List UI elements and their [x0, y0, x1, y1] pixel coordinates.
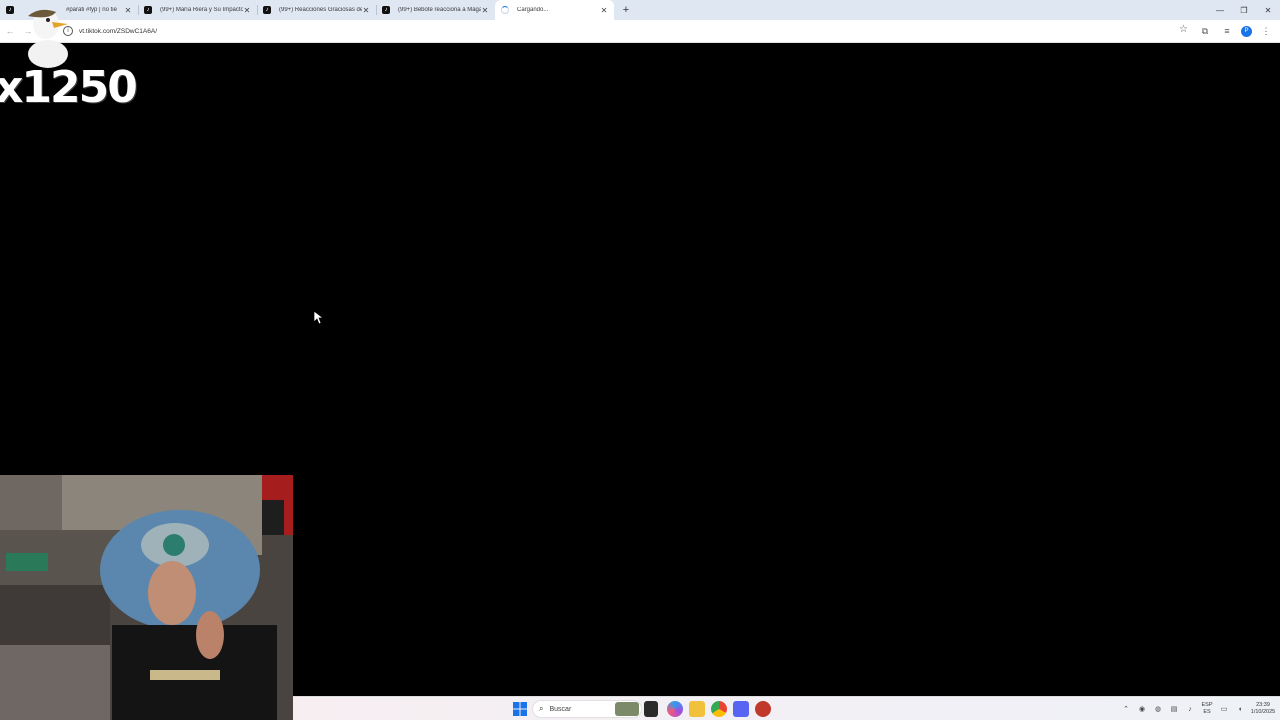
chrome-icon[interactable]	[711, 701, 727, 717]
browser-toolbar: ← → ↻ i vt.tiktok.com/ZSDwC1A6A/ ☆ ⧉ ≡ P…	[0, 20, 1280, 43]
widgets-icon[interactable]	[615, 702, 639, 716]
chevron-up-icon[interactable]: ⌃	[1118, 705, 1134, 713]
toolbar-actions: ⧉ ≡ P ⋮	[1197, 23, 1274, 39]
back-icon[interactable]: ←	[2, 23, 18, 39]
screen: ♪ #parati #fyp | no tie ✕ ♪ (99+) María …	[0, 0, 1280, 720]
profile-avatar[interactable]: P	[1241, 25, 1252, 37]
display-icon[interactable]: ▭	[1216, 705, 1232, 713]
discord-icon[interactable]	[733, 701, 749, 717]
tiktok-icon: ♪	[382, 6, 390, 14]
minimize-icon[interactable]: —	[1208, 0, 1232, 20]
mouse-cursor-icon	[314, 311, 324, 325]
close-tab-icon[interactable]: ✕	[362, 6, 370, 15]
combo-counter: x1250	[0, 62, 138, 113]
new-tab-button[interactable]: +	[618, 0, 634, 20]
clock-time: 23:39	[1256, 702, 1270, 708]
restore-icon[interactable]: ❐	[1232, 0, 1256, 20]
close-tab-icon[interactable]: ✕	[124, 6, 132, 15]
window-controls: — ❐ ✕	[1208, 0, 1280, 20]
extensions-icon[interactable]: ⧉	[1197, 23, 1213, 39]
close-tab-icon[interactable]: ✕	[481, 6, 489, 15]
language-code: ESP	[1201, 702, 1213, 708]
tab-title: Cargando...	[517, 7, 549, 13]
search-icon: ⌕	[539, 704, 544, 713]
tab-title: (99+) Bebote reacciona a Maga	[398, 7, 481, 13]
windows-taskbar: ⌕ Buscar ⌃ ◉ ◍ ▤ ♪ ESP ES ▭ ◖ 23:39 1/10…	[293, 696, 1280, 720]
close-window-icon[interactable]: ✕	[1256, 0, 1280, 20]
tiktok-icon: ♪	[263, 6, 271, 14]
tab-strip: ♪ #parati #fyp | no tie ✕ ♪ (99+) María …	[0, 0, 1280, 20]
loading-spinner-icon	[501, 6, 509, 14]
tab-4[interactable]: ♪ (99+) Bebote reacciona a Maga ✕	[376, 0, 495, 20]
clock-date: 1/10/2025	[1250, 709, 1276, 715]
address-bar[interactable]: i vt.tiktok.com/ZSDwC1A6A/ ☆	[56, 23, 1196, 39]
obs-icon[interactable]	[755, 701, 771, 717]
tiktok-icon: ♪	[6, 6, 14, 14]
copilot-icon[interactable]	[667, 701, 683, 717]
tab-3[interactable]: ♪ (99+) Reacciones Graciosas de ✕	[257, 0, 376, 20]
windows-start-icon[interactable]	[513, 702, 527, 716]
menu-icon[interactable]: ⋮	[1258, 23, 1274, 39]
task-view-icon[interactable]	[644, 701, 658, 717]
tab-title: (99+) María Riera y Su Impacto	[160, 7, 243, 13]
language-indicator[interactable]: ESP ES	[1198, 702, 1216, 716]
tray-app-icon[interactable]: ◍	[1150, 705, 1166, 713]
volume-icon[interactable]: ◖	[1232, 706, 1248, 713]
url-text[interactable]: vt.tiktok.com/ZSDwC1A6A/	[79, 28, 157, 35]
microphone-icon[interactable]: ♪	[1182, 706, 1198, 713]
tiktok-icon: ♪	[144, 6, 152, 14]
tray-app-icon[interactable]: ◉	[1134, 705, 1150, 713]
clock[interactable]: 23:39 1/10/2025	[1248, 702, 1278, 716]
tab-title: (99+) Reacciones Graciosas de	[279, 7, 362, 13]
file-explorer-icon[interactable]	[689, 701, 705, 717]
bookmark-star-icon[interactable]: ☆	[1179, 24, 1188, 35]
media-controls-icon[interactable]: ≡	[1219, 23, 1235, 39]
tab-2[interactable]: ♪ (99+) María Riera y Su Impacto ✕	[138, 0, 257, 20]
keyboard-layout: ES	[1203, 709, 1211, 715]
duck-overlay-image	[28, 9, 68, 68]
close-tab-icon[interactable]: ✕	[243, 6, 251, 15]
system-tray: ⌃ ◉ ◍ ▤ ♪ ESP ES ▭ ◖ 23:39 1/10/2025	[1118, 697, 1280, 720]
close-tab-icon[interactable]: ✕	[600, 6, 608, 15]
webcam-feed	[0, 475, 293, 720]
tray-app-icon[interactable]: ▤	[1166, 705, 1182, 713]
search-label: Buscar	[549, 705, 572, 713]
tab-5-active[interactable]: Cargando... ✕	[495, 0, 614, 20]
